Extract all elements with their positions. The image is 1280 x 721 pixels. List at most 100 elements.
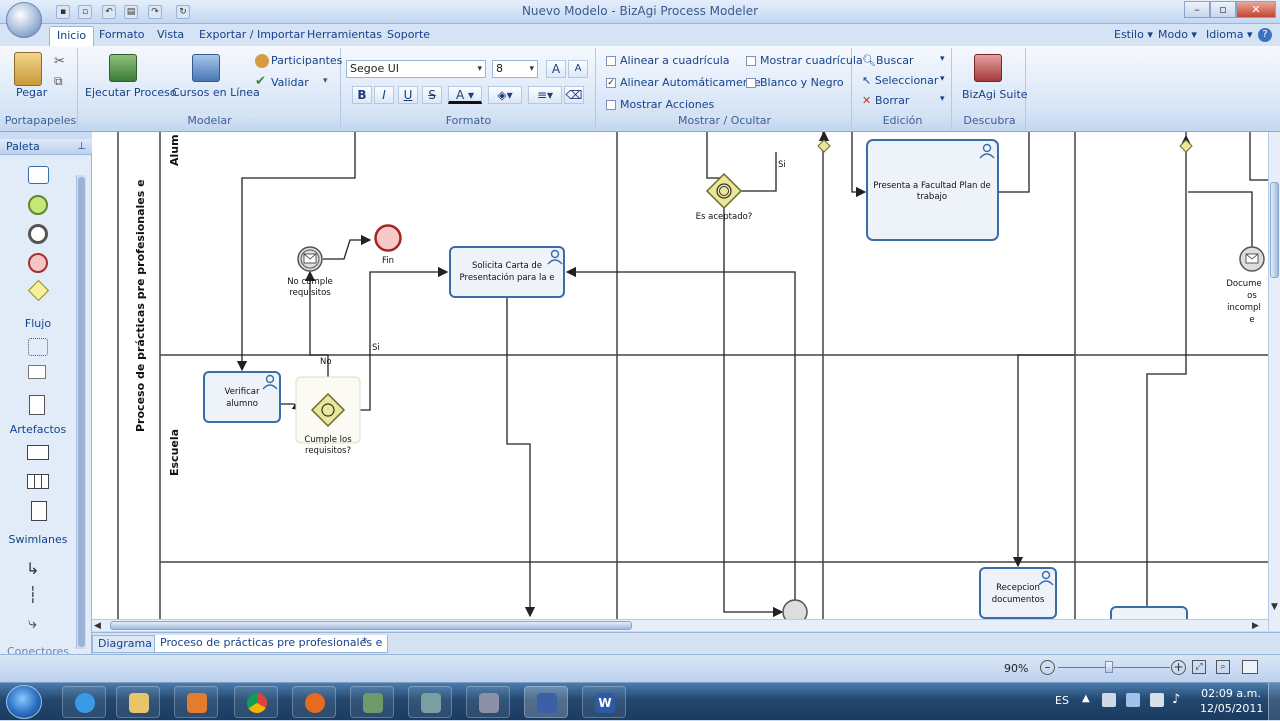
task-verificar-alumno[interactable]: Verificar alumno: [203, 371, 281, 423]
zoom-window-icon[interactable]: ⌕: [1216, 660, 1230, 674]
grow-font-icon[interactable]: A: [546, 60, 566, 78]
show-grid-check[interactable]: [746, 56, 756, 66]
taskbar-app-2[interactable]: [408, 686, 452, 718]
horizontal-scrollbar[interactable]: ◀ ▶: [92, 619, 1268, 631]
tab-soporte[interactable]: Soporte: [380, 26, 437, 46]
scroll-down-icon[interactable]: ▼: [1271, 602, 1278, 612]
show-actions-checkbox[interactable]: Mostrar Acciones: [606, 98, 714, 111]
select-button[interactable]: ↖ Seleccionar ▾: [862, 74, 945, 87]
italic-button[interactable]: I: [374, 86, 394, 104]
online-courses-icon[interactable]: [192, 54, 220, 82]
task-solicita-carta[interactable]: Solicita Carta de Presentación para la e: [449, 246, 565, 298]
font-size-combo[interactable]: 8 ▾: [492, 60, 538, 78]
vertical-scrollbar[interactable]: ▼: [1268, 132, 1280, 631]
taskbar-chrome[interactable]: [234, 686, 278, 718]
new-tab-icon[interactable]: *: [362, 635, 368, 648]
copy-icon[interactable]: ⧉: [54, 74, 63, 89]
menu-idioma[interactable]: Idioma ▾: [1199, 26, 1260, 46]
network-tray-icon[interactable]: [1126, 693, 1140, 707]
document-icon[interactable]: [29, 395, 45, 415]
minimize-button[interactable]: –: [1184, 1, 1210, 18]
taskbar-firefox[interactable]: [292, 686, 336, 718]
validate-button[interactable]: Validar: [271, 76, 309, 89]
search-button[interactable]: 🔍︎Buscar ▾: [862, 54, 945, 67]
taskbar-media[interactable]: [174, 686, 218, 718]
palette-scrollbar[interactable]: [76, 175, 86, 649]
vertical-scroll-thumb[interactable]: [1270, 182, 1279, 278]
subprocess-icon[interactable]: [28, 338, 48, 356]
bizagi-suite-button[interactable]: BizAgi Suite: [962, 88, 1028, 101]
end-event-icon[interactable]: [28, 253, 48, 273]
validate-icon[interactable]: ✔: [255, 74, 266, 89]
event-documentos-incompletos[interactable]: Docume os incompl e: [1226, 246, 1265, 325]
fullscreen-icon[interactable]: [1242, 660, 1258, 674]
fill-color-icon[interactable]: ◈▾: [488, 86, 522, 104]
taskbar-explorer[interactable]: [116, 686, 160, 718]
action-center-icon[interactable]: [1102, 693, 1116, 707]
gateway-cumple-requisitos[interactable]: Cumple los requisitos?: [295, 376, 361, 456]
diagram-canvas[interactable]: Proceso de prácticas pre profesionales e…: [92, 132, 1268, 619]
event-bottom-partial[interactable]: [782, 599, 808, 619]
help-icon[interactable]: ?: [1258, 28, 1272, 42]
task-recepcion-documentos[interactable]: Recepcion documentos: [979, 567, 1057, 619]
participants-button[interactable]: Participantes: [271, 54, 342, 67]
show-desktop-button[interactable]: [1268, 683, 1280, 721]
maximize-button[interactable]: ▫: [1210, 1, 1236, 18]
pin-icon[interactable]: ⊥: [77, 139, 86, 155]
delete-button[interactable]: ✕ Borrar ▾: [862, 94, 945, 107]
task-shape-icon[interactable]: [28, 166, 49, 184]
tab-formato[interactable]: Formato: [92, 26, 152, 46]
align-grid-checkbox[interactable]: Alinear a cuadrícula: [606, 54, 730, 67]
fit-page-icon[interactable]: ⤢: [1192, 660, 1206, 674]
task-partial-bottom[interactable]: [1110, 606, 1188, 619]
scroll-left-icon[interactable]: ◀: [94, 621, 101, 631]
tray-expand-icon[interactable]: ▲: [1082, 693, 1090, 704]
tab-proceso-practicas[interactable]: Proceso de prácticas pre profesionales e: [154, 635, 389, 653]
taskbar-app-1[interactable]: [350, 686, 394, 718]
online-courses-button[interactable]: Cursos en Línea: [172, 86, 260, 99]
font-color-button[interactable]: A ▾: [448, 86, 482, 104]
menu-modo[interactable]: Modo ▾: [1151, 26, 1204, 46]
font-family-combo[interactable]: Segoe UI ▾: [346, 60, 486, 78]
tab-herramientas[interactable]: Herramientas: [300, 26, 389, 46]
gateway-icon[interactable]: [27, 279, 50, 302]
shrink-font-icon[interactable]: A: [568, 60, 588, 78]
paste-button[interactable]: Pegar: [16, 86, 47, 99]
tab-vista[interactable]: Vista: [150, 26, 191, 46]
align-text-icon[interactable]: ≡▾: [528, 86, 562, 104]
participants-icon[interactable]: [255, 54, 269, 68]
tray-date[interactable]: 12/05/2011: [1200, 702, 1263, 715]
gateway-es-aceptado[interactable]: Es aceptado?: [696, 172, 753, 222]
paste-icon[interactable]: [14, 52, 42, 86]
align-auto-checkbox[interactable]: ✓ Alinear Automáticamente: [606, 76, 761, 89]
tab-inicio[interactable]: Inicio: [49, 26, 95, 46]
tab-exportar-importar[interactable]: Exportar / Importar: [192, 26, 312, 46]
volume-icon[interactable]: ♪: [1172, 692, 1180, 707]
zoom-out-icon[interactable]: –: [1040, 660, 1055, 675]
cut-icon[interactable]: ✂: [54, 54, 65, 69]
close-button[interactable]: ✕: [1236, 1, 1276, 18]
run-process-icon[interactable]: [109, 54, 137, 82]
milestone-icon[interactable]: [31, 501, 47, 521]
tray-time[interactable]: 02:09 a.m.: [1200, 687, 1262, 700]
zoom-slider-thumb[interactable]: [1104, 661, 1113, 673]
palette-scroll-thumb[interactable]: [78, 177, 85, 647]
show-grid-checkbox[interactable]: Mostrar cuadrícula: [746, 54, 863, 67]
task-presenta-facultad[interactable]: Presenta a Facultad Plan de trabajo: [866, 139, 999, 241]
taskbar-app-3[interactable]: [466, 686, 510, 718]
sequence-flow-icon[interactable]: ↳: [26, 559, 39, 578]
start-button-icon[interactable]: [6, 685, 42, 719]
zoom-in-icon[interactable]: +: [1171, 660, 1186, 675]
scroll-right-icon[interactable]: ▶: [1252, 621, 1259, 631]
run-process-button[interactable]: Ejecutar Proceso: [85, 86, 177, 99]
intermediate-event-icon[interactable]: [28, 224, 48, 244]
align-grid-check[interactable]: [606, 56, 616, 66]
input-language[interactable]: ES: [1055, 694, 1069, 707]
strikethrough-button[interactable]: S: [422, 86, 442, 104]
data-object-icon[interactable]: [28, 365, 46, 379]
taskbar-ie[interactable]: [62, 686, 106, 718]
start-event-icon[interactable]: [28, 195, 48, 215]
bold-button[interactable]: B: [352, 86, 372, 104]
horizontal-scroll-thumb[interactable]: [110, 621, 632, 630]
validate-dropdown-icon[interactable]: ▾: [323, 76, 328, 86]
